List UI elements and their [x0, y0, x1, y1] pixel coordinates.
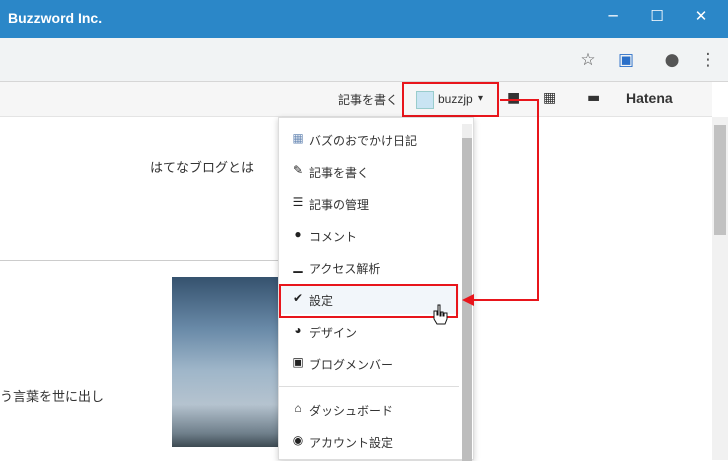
maximize-button[interactable]: ☐: [642, 4, 672, 28]
menu-item-label: アクセス解析: [309, 262, 381, 276]
user-circle-icon: ◉: [292, 433, 304, 447]
menu-scroll-thumb[interactable]: [462, 138, 472, 461]
pencil-icon: ✎: [292, 163, 304, 177]
document-icon: ☰: [292, 195, 304, 209]
browser-toolbar: ☆ ▣ ● ⋮: [0, 38, 728, 82]
palette-icon: ◕: [294, 323, 302, 337]
member-card-icon: ▣: [292, 355, 304, 369]
menu-item-members[interactable]: ▣ ブログメンバー: [279, 348, 459, 378]
article-text: う言葉を世に出し: [0, 389, 105, 404]
write-article-link[interactable]: 記事を書く: [338, 91, 398, 108]
menu-item-label: ブログメンバー: [309, 358, 394, 372]
hatena-logo[interactable]: Hatena: [626, 90, 673, 106]
menu-item-dashboard[interactable]: ⌂ ダッシュボード: [279, 394, 459, 424]
menu-item-label: バズのおでかけ日記: [309, 134, 418, 148]
menu-item-label: アカウント設定: [309, 436, 394, 450]
blog-icon: ▦: [292, 131, 304, 145]
extension-icon[interactable]: ▣: [614, 48, 638, 72]
about-link[interactable]: はてなブログとは: [150, 157, 254, 176]
page-scrollbar[interactable]: [712, 117, 728, 460]
comment-icon[interactable]: ▬: [587, 90, 600, 106]
close-button[interactable]: ✕: [686, 4, 716, 28]
sky-photo: [172, 277, 278, 447]
bar-chart-icon: ▁: [293, 259, 303, 273]
menu-item-label: ダッシュボード: [309, 404, 394, 418]
menu-item-manage[interactable]: ☰ 記事の管理: [279, 188, 459, 218]
menu-item-label: デザイン: [309, 326, 358, 340]
menu-item-comments[interactable]: ● コメント: [279, 220, 459, 250]
minimize-button[interactable]: ─: [598, 4, 628, 28]
hand-cursor-icon: [433, 304, 448, 325]
profile-icon[interactable]: ●: [660, 48, 684, 72]
avatar: [416, 91, 434, 109]
chevron-down-icon: ▾: [478, 93, 484, 104]
apps-icon[interactable]: ▦: [543, 90, 556, 106]
menu-item-label: 記事の管理: [309, 198, 370, 212]
menu-scrollbar[interactable]: [462, 124, 472, 461]
page-scroll-thumb[interactable]: [714, 125, 726, 235]
menu-icon[interactable]: ⋮: [696, 48, 720, 72]
username: buzzjp: [438, 92, 473, 106]
speech-bubble-icon: ●: [294, 227, 302, 241]
home-icon: ⌂: [294, 401, 302, 415]
menu-divider: [279, 386, 459, 387]
menu-item-write[interactable]: ✎ 記事を書く: [279, 156, 459, 186]
divider: [0, 260, 280, 261]
menu-item-blog[interactable]: ▦ バズのおでかけ日記: [279, 124, 459, 154]
hatena-header: 記事を書く buzzjp ▾ ■ ▦ ▬ Hatena: [0, 82, 712, 117]
title-bar: Buzzword Inc. ─ ☐ ✕: [0, 0, 728, 38]
bookmark-icon[interactable]: ■: [507, 90, 520, 106]
menu-item-label: コメント: [309, 230, 358, 244]
window-title: Buzzword Inc.: [8, 10, 103, 26]
menu-item-analytics[interactable]: ▁ アクセス解析: [279, 252, 459, 282]
user-menu-button[interactable]: buzzjp ▾: [402, 82, 499, 117]
menu-item-label: 記事を書く: [309, 166, 370, 180]
star-icon[interactable]: ☆: [576, 48, 600, 72]
menu-item-account[interactable]: ◉ アカウント設定: [279, 426, 459, 456]
